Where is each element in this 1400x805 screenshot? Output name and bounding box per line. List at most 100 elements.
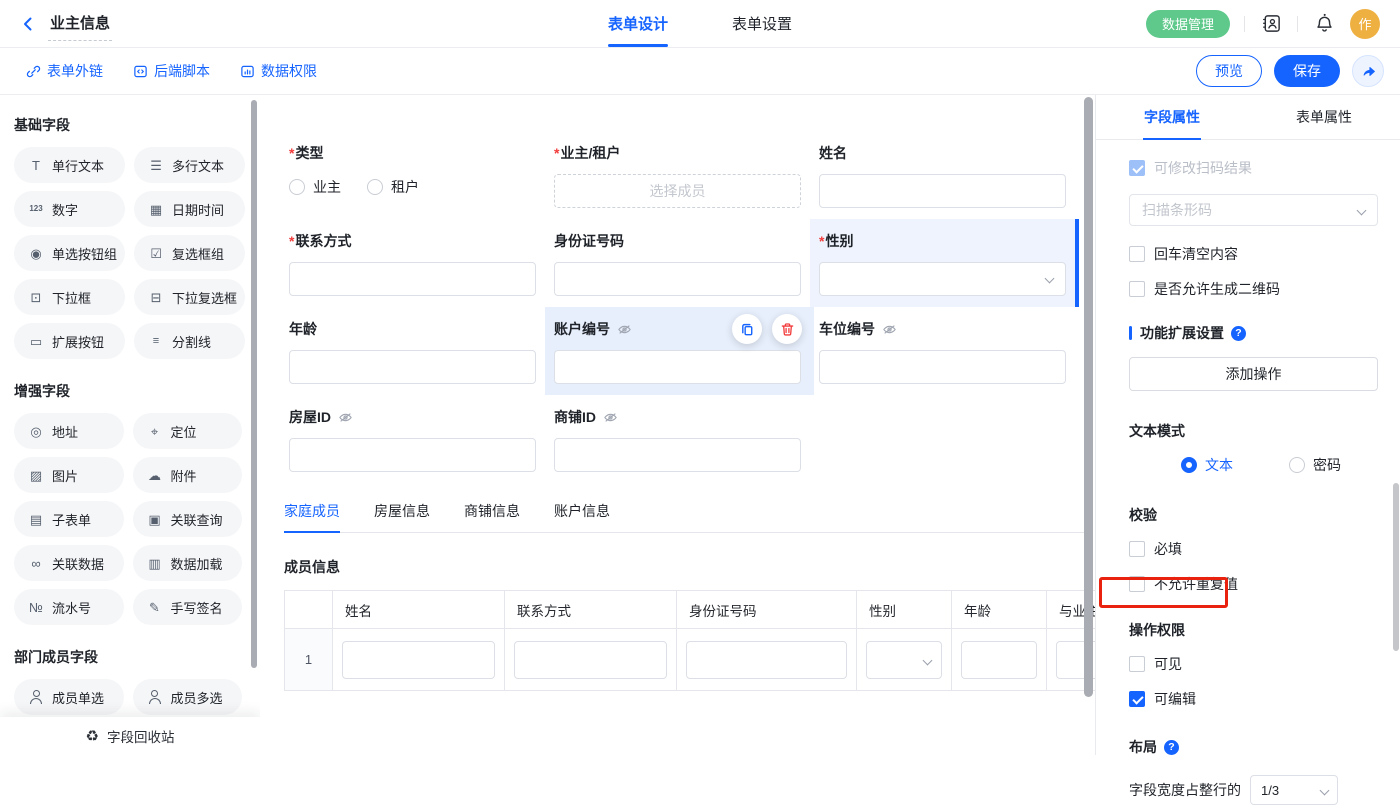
clear-on-enter-checkbox-row[interactable]: 回车清空内容 <box>1129 244 1378 264</box>
field-cell-contact[interactable]: *联系方式 <box>284 219 549 307</box>
parking-no-input[interactable] <box>819 350 1066 384</box>
field-label: *类型 <box>289 143 536 163</box>
label-text: 类型 <box>295 143 323 163</box>
tab-form-design[interactable]: 表单设计 <box>608 0 668 47</box>
panel-scrollbar[interactable] <box>1393 483 1399 651</box>
field-dropdown[interactable]: ⊡下拉框 <box>14 279 125 315</box>
chevron-down-icon <box>923 655 933 665</box>
field-signature[interactable]: ✎手写签名 <box>133 589 243 625</box>
tab-form-properties[interactable]: 表单属性 <box>1248 95 1400 139</box>
row-name-input[interactable] <box>342 641 495 679</box>
tab-family-members[interactable]: 家庭成员 <box>284 497 340 532</box>
house-id-input[interactable] <box>289 438 536 472</box>
data-manage-button[interactable]: 数据管理 <box>1146 10 1230 38</box>
field-subform[interactable]: ▤子表单 <box>14 501 124 537</box>
field-cell-house-id[interactable]: 房屋ID <box>284 395 549 483</box>
row-id-number-input[interactable] <box>686 641 847 679</box>
save-button[interactable]: 保存 <box>1274 55 1340 87</box>
age-input[interactable] <box>289 350 536 384</box>
field-checkbox-group[interactable]: ☑复选框组 <box>134 235 245 271</box>
member-picker[interactable]: 选择成员 <box>554 174 801 208</box>
allow-qrcode-checkbox-row[interactable]: 是否允许生成二维码 <box>1129 279 1378 299</box>
tab-form-settings[interactable]: 表单设置 <box>732 0 792 47</box>
field-cell-owner[interactable]: *业主/租户 选择成员 <box>549 131 814 219</box>
share-button[interactable] <box>1352 55 1384 87</box>
canvas-scrollbar[interactable] <box>1084 97 1093 697</box>
field-cell-account-no[interactable]: 账户编号 <box>545 307 814 395</box>
visible-checkbox-row[interactable]: 可见 <box>1129 654 1378 674</box>
user-avatar[interactable]: 作 <box>1350 9 1380 39</box>
row-age-input[interactable] <box>961 641 1037 679</box>
add-action-button[interactable]: 添加操作 <box>1129 357 1378 391</box>
field-datetime[interactable]: ▦日期时间 <box>134 191 245 227</box>
field-lookup[interactable]: ▣关联查询 <box>133 501 243 537</box>
tab-account-info[interactable]: 账户信息 <box>554 497 610 532</box>
page-title[interactable]: 业主信息 <box>48 12 112 41</box>
help-question-icon[interactable]: ? <box>1231 326 1246 341</box>
preview-button[interactable]: 预览 <box>1196 55 1262 87</box>
radio-option-owner[interactable]: 业主 <box>289 177 341 197</box>
copy-field-button[interactable] <box>732 314 762 344</box>
backend-script-button[interactable]: 后端脚本 <box>133 61 210 81</box>
field-linked-data[interactable]: ∞关联数据 <box>14 545 124 581</box>
tab-shop-info[interactable]: 商铺信息 <box>464 497 520 532</box>
back-button[interactable] <box>18 14 38 34</box>
pill-label: 扩展按钮 <box>52 332 104 351</box>
radio-option-text[interactable]: 文本 <box>1181 455 1233 475</box>
external-link-button[interactable]: 表单外链 <box>26 61 103 81</box>
field-multi-line-text[interactable]: ☰多行文本 <box>134 147 245 183</box>
field-cell-name[interactable]: 姓名 <box>814 131 1079 219</box>
scan-mode-select[interactable]: 扫描条形码 <box>1129 194 1378 226</box>
field-cell-parking-no[interactable]: 车位编号 <box>814 307 1079 395</box>
field-extend-button[interactable]: ▭扩展按钮 <box>14 323 125 359</box>
field-image[interactable]: ▨图片 <box>14 457 124 493</box>
label-text: 商铺ID <box>554 407 596 427</box>
row-contact-input[interactable] <box>514 641 667 679</box>
editable-checkbox-row[interactable]: 可编辑 <box>1129 689 1378 709</box>
data-permission-button[interactable]: 数据权限 <box>240 61 317 81</box>
radio-icon <box>367 179 383 195</box>
name-input[interactable] <box>819 174 1066 208</box>
field-cell-type[interactable]: *类型 业主 租户 <box>284 131 549 219</box>
field-member-single[interactable]: 成员单选 <box>14 679 124 715</box>
help-question-icon[interactable]: ? <box>1164 740 1179 755</box>
field-number[interactable]: 123数字 <box>14 191 125 227</box>
field-divider[interactable]: ≡分割线 <box>134 323 245 359</box>
radio-option-tenant[interactable]: 租户 <box>367 177 419 197</box>
row-gender-select[interactable] <box>866 641 942 679</box>
section-title-basic: 基础字段 <box>14 115 242 135</box>
field-width-select[interactable]: 1/3 <box>1250 775 1338 805</box>
field-cell-gender[interactable]: *性别 <box>810 219 1079 307</box>
field-serial-number[interactable]: №流水号 <box>14 589 124 625</box>
delete-field-button[interactable] <box>772 314 802 344</box>
header-right: 数据管理 作 <box>1146 9 1380 39</box>
field-data-load[interactable]: ▥数据加载 <box>133 545 243 581</box>
account-no-input[interactable] <box>554 350 801 384</box>
field-attachment[interactable]: ☁附件 <box>133 457 243 493</box>
address-book-button[interactable] <box>1259 12 1283 36</box>
field-recycle-bin[interactable]: ♻ 字段回收站 <box>0 717 260 755</box>
notification-button[interactable] <box>1312 12 1336 36</box>
field-radio-group[interactable]: ◉单选按钮组 <box>14 235 125 271</box>
scan-editable-checkbox-row[interactable]: 可修改扫码结果 <box>1129 158 1378 178</box>
field-locate[interactable]: ⌖定位 <box>133 413 243 449</box>
field-cell-shop-id[interactable]: 商铺ID <box>549 395 814 483</box>
radio-option-password[interactable]: 密码 <box>1289 455 1341 475</box>
contact-input[interactable] <box>289 262 536 296</box>
field-cell-age[interactable]: 年龄 <box>284 307 549 395</box>
tab-house-info[interactable]: 房屋信息 <box>374 497 430 532</box>
field-cell-id-number[interactable]: 身份证号码 <box>549 219 814 307</box>
tab-field-properties[interactable]: 字段属性 <box>1096 95 1248 139</box>
field-single-line-text[interactable]: T单行文本 <box>14 147 125 183</box>
id-number-input[interactable] <box>554 262 801 296</box>
field-actions <box>732 314 802 344</box>
field-multi-dropdown[interactable]: ⊟下拉复选框 <box>134 279 245 315</box>
field-address[interactable]: ◎地址 <box>14 413 124 449</box>
no-duplicate-checkbox-row[interactable]: 不允许重复值 <box>1129 574 1378 594</box>
field-member-multi[interactable]: 成员多选 <box>133 679 243 715</box>
required-checkbox-row[interactable]: 必填 <box>1129 539 1378 559</box>
checkbox-icon <box>1129 281 1145 297</box>
gender-select[interactable] <box>819 262 1066 296</box>
shop-id-input[interactable] <box>554 438 801 472</box>
sidebar-scrollbar[interactable] <box>251 100 257 668</box>
